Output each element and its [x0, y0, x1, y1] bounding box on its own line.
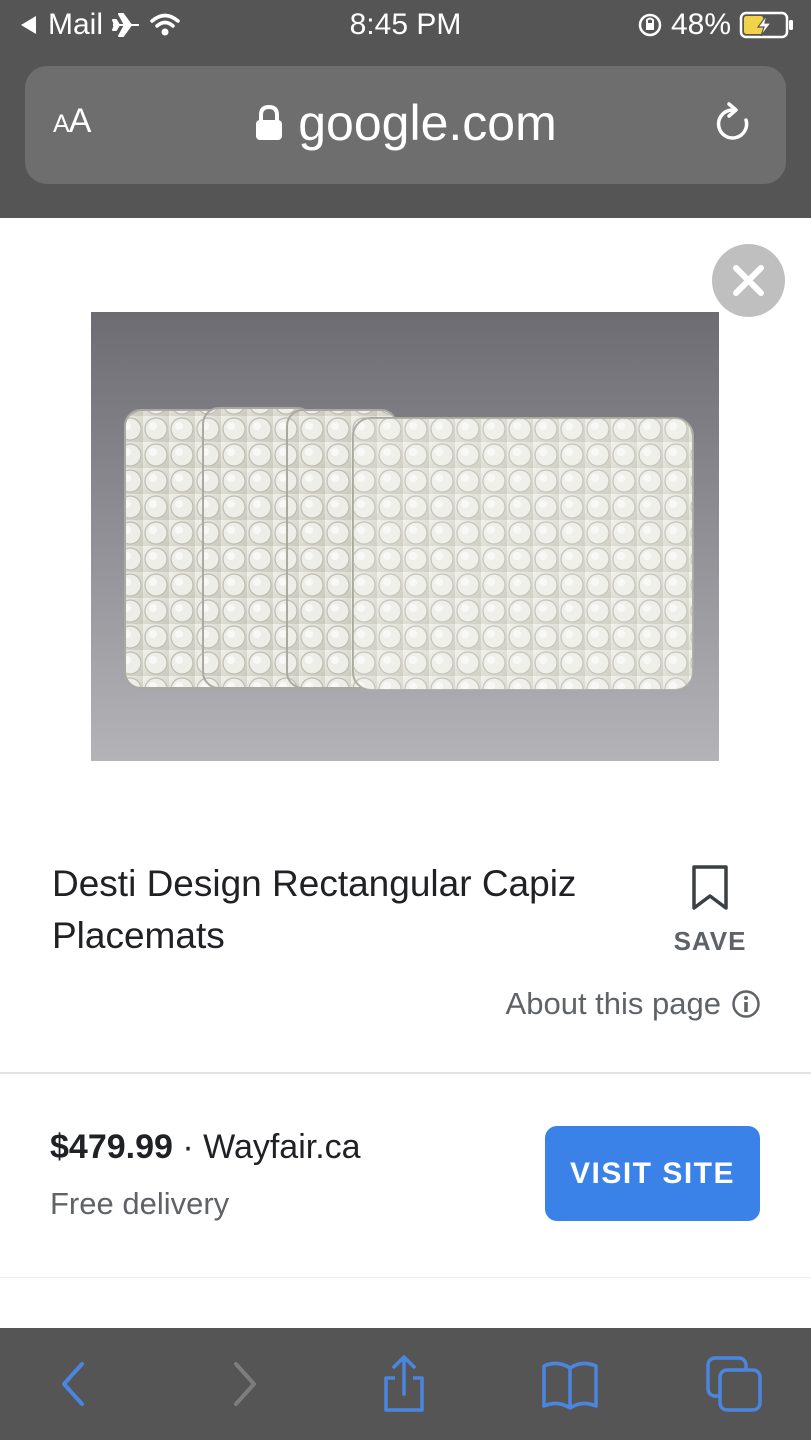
address-bar[interactable]: AA google.com [25, 66, 786, 184]
close-icon [733, 265, 764, 296]
orientation-lock-icon [638, 13, 662, 37]
store-name: Wayfair.ca [203, 1128, 361, 1166]
tabs-icon[interactable] [704, 1354, 764, 1414]
about-label: About this page [505, 986, 721, 1021]
product-title: Desti Design Rectangular Capiz Placemats [52, 863, 577, 956]
bookmark-icon [692, 865, 728, 910]
divider [0, 1277, 811, 1278]
forward-icon[interactable] [214, 1354, 274, 1414]
back-icon[interactable] [44, 1354, 104, 1414]
browser-toolbar [0, 1328, 811, 1440]
url-display[interactable]: google.com [25, 94, 786, 152]
close-button[interactable] [712, 244, 785, 317]
divider [0, 1072, 811, 1074]
battery-percent: 48% [670, 8, 731, 41]
lock-icon [256, 104, 283, 140]
delivery-text: Free delivery [50, 1186, 230, 1221]
product-image[interactable] [91, 312, 719, 761]
status-bar: Mail 8:45 PM 48% [0, 0, 811, 52]
share-icon[interactable] [374, 1354, 434, 1414]
url-text: google.com [298, 95, 557, 151]
bookmarks-icon[interactable] [540, 1354, 600, 1414]
price: $479.99 [50, 1128, 173, 1166]
reload-icon[interactable] [712, 102, 756, 146]
battery-charging-icon [739, 11, 793, 39]
about-this-page-link[interactable]: About this page [506, 986, 761, 1022]
browser-top-chrome: Mail 8:45 PM 48% AA google.com [0, 0, 811, 218]
price-separator: · [172, 1128, 204, 1166]
visit-site-button[interactable]: VISIT SITE [545, 1126, 760, 1221]
status-right-group: 48% [637, 8, 795, 42]
price-line: $479.99 · Wayfair.ca [50, 1128, 361, 1167]
save-label: SAVE [673, 926, 747, 956]
save-button[interactable]: SAVE [660, 860, 760, 960]
info-icon [732, 990, 760, 1018]
